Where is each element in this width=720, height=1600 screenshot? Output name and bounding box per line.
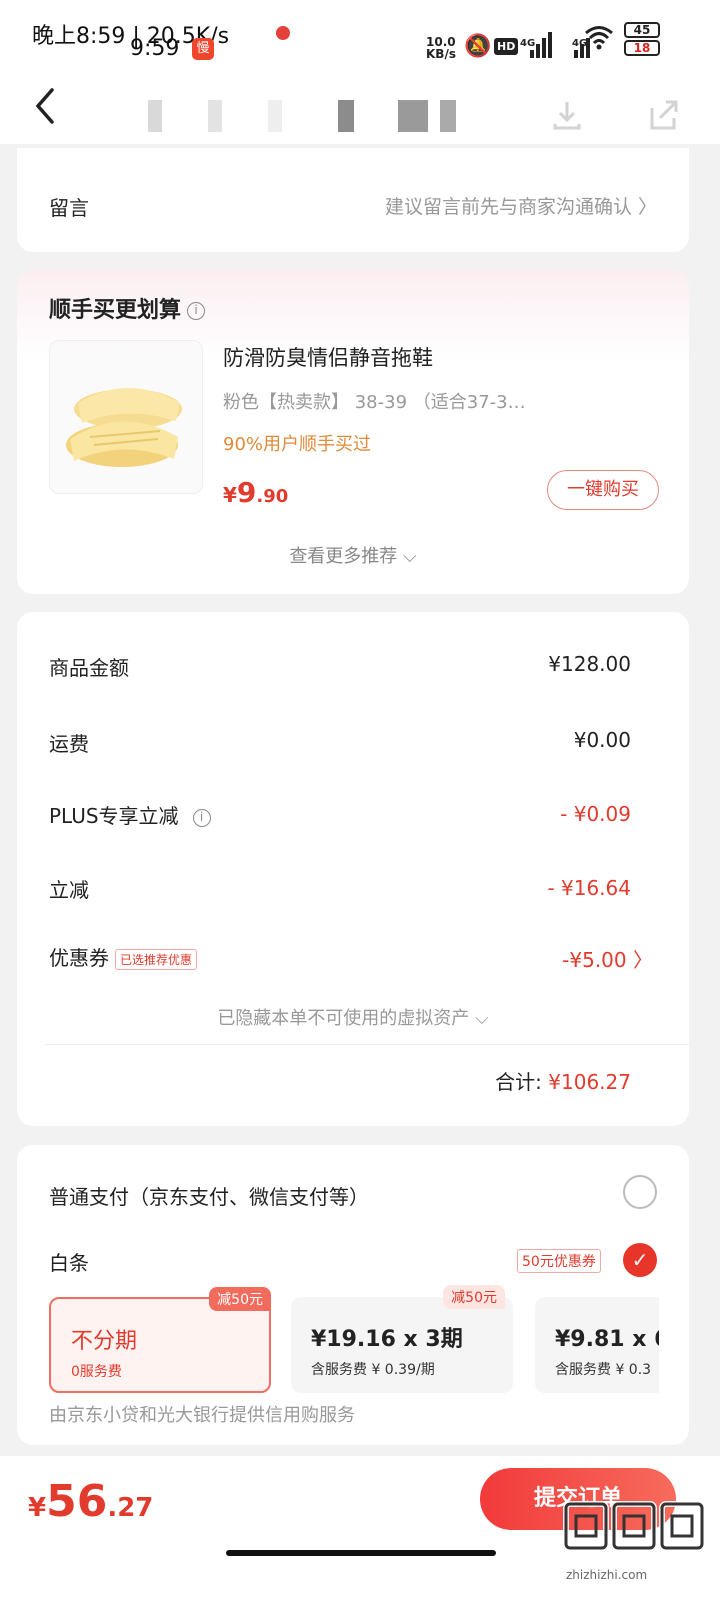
plus-discount-label: PLUS专享立减 i (49, 800, 211, 829)
goods-amount-label: 商品金额 (49, 656, 129, 680)
battery-icon: 45 18 (624, 22, 662, 62)
bottom-bar: ¥56.27 提交订单 zhizhizhi.com (0, 1456, 720, 1600)
product-spec: 粉色【热卖款】 38-39 （适合37-3… (223, 392, 526, 413)
plan-no-installment[interactable]: 减50元 不分期 0服务费 (49, 1287, 271, 1393)
product-price: ¥9.90 (223, 476, 289, 509)
message-card: 留言 建议留言前先与商家沟通确认 〉 (17, 148, 689, 252)
plan-badge: 减50元 (209, 1287, 271, 1311)
wifi-icon (584, 24, 614, 57)
coupon-value[interactable]: -¥5.00 〉 (562, 944, 653, 973)
credit-note: 由京东小贷和光大银行提供信用购服务 (49, 1405, 355, 1426)
download-icon[interactable] (550, 98, 584, 132)
watermark-site: zhizhizhi.com (566, 1568, 648, 1582)
hd-icon: HD (494, 38, 519, 55)
coupon-label[interactable]: 优惠券 已选推荐优惠 (49, 942, 198, 971)
watermark-logo (560, 1498, 710, 1554)
payable-total: ¥56.27 (28, 1476, 154, 1527)
notification-dot-icon (276, 26, 290, 40)
order-total: 合计: ¥106.27 (495, 1070, 631, 1094)
app-notification-icon: 慢 (192, 38, 214, 60)
plus-discount-value: - ¥0.09 (560, 802, 631, 826)
plan-6-installments[interactable]: ¥9.81 x 6期 含服务费 ¥ 0.3 (535, 1297, 659, 1393)
more-recommend-link[interactable]: 查看更多推荐 ⌵ (17, 542, 689, 568)
product-thumbnail[interactable] (49, 340, 203, 494)
instant-discount-value: - ¥16.64 (547, 876, 631, 900)
plan-3-installments[interactable]: 减50元 ¥19.16 x 3期 含服务费 ¥ 0.39/期 (291, 1285, 513, 1393)
one-click-buy-button[interactable]: 一键购买 (547, 470, 659, 510)
message-label: 留言 (49, 196, 89, 220)
goods-amount-value: ¥128.00 (548, 652, 631, 676)
product-name[interactable]: 防滑防臭情侣静音拖鞋 (223, 342, 433, 372)
info-icon[interactable]: i (187, 302, 206, 320)
status-bar: 晚上8:59 | 20.5K/s 9:59 慢 10.0 KB/s 🔕 HD 4G… (0, 0, 720, 70)
info-icon[interactable]: i (192, 808, 211, 827)
share-icon[interactable] (646, 98, 680, 132)
net-speed: 10.0 KB/s (426, 35, 456, 61)
mute-bell-icon: 🔕 (464, 34, 492, 59)
blurred-title (148, 100, 162, 132)
instant-discount-label: 立减 (49, 878, 89, 902)
shipping-label: 运费 (49, 732, 89, 756)
network-type-1: 4G (520, 38, 536, 49)
divider (45, 1044, 689, 1045)
recommend-card: 顺手买更划算 i 防滑防臭情侣静音拖鞋 粉色【热卖款】 38-39 （适合37-3… (17, 270, 689, 594)
message-input[interactable]: 建议留言前先与商家沟通确认 〉 (385, 192, 657, 219)
nav-bar (0, 70, 720, 144)
recommend-title: 顺手买更划算 i (49, 292, 206, 324)
order-summary-card: 商品金额 ¥128.00 运费 ¥0.00 PLUS专享立减 i - ¥0.09 … (17, 612, 689, 1126)
installment-plans: 减50元 不分期 0服务费 减50元 ¥19.16 x 3期 含服务费 ¥ 0.… (17, 1145, 659, 1445)
payment-card: 普通支付（京东支付、微信支付等） 白条 50元优惠券 ✓ 减50元 不分期 0服… (17, 1145, 689, 1445)
coupon-recommend-tag: 已选推荐优惠 (115, 949, 198, 970)
back-arrow-icon[interactable] (28, 80, 68, 130)
status-time-overlay: 9:59 (130, 36, 180, 61)
hidden-assets-link[interactable]: 已隐藏本单不可使用的虚拟资产 ⌵ (17, 1004, 689, 1030)
home-indicator[interactable] (226, 1550, 496, 1556)
shipping-value: ¥0.00 (573, 728, 631, 752)
plan-badge: 减50元 (443, 1285, 505, 1309)
product-tip: 90%用户顺手买过 (223, 434, 372, 455)
